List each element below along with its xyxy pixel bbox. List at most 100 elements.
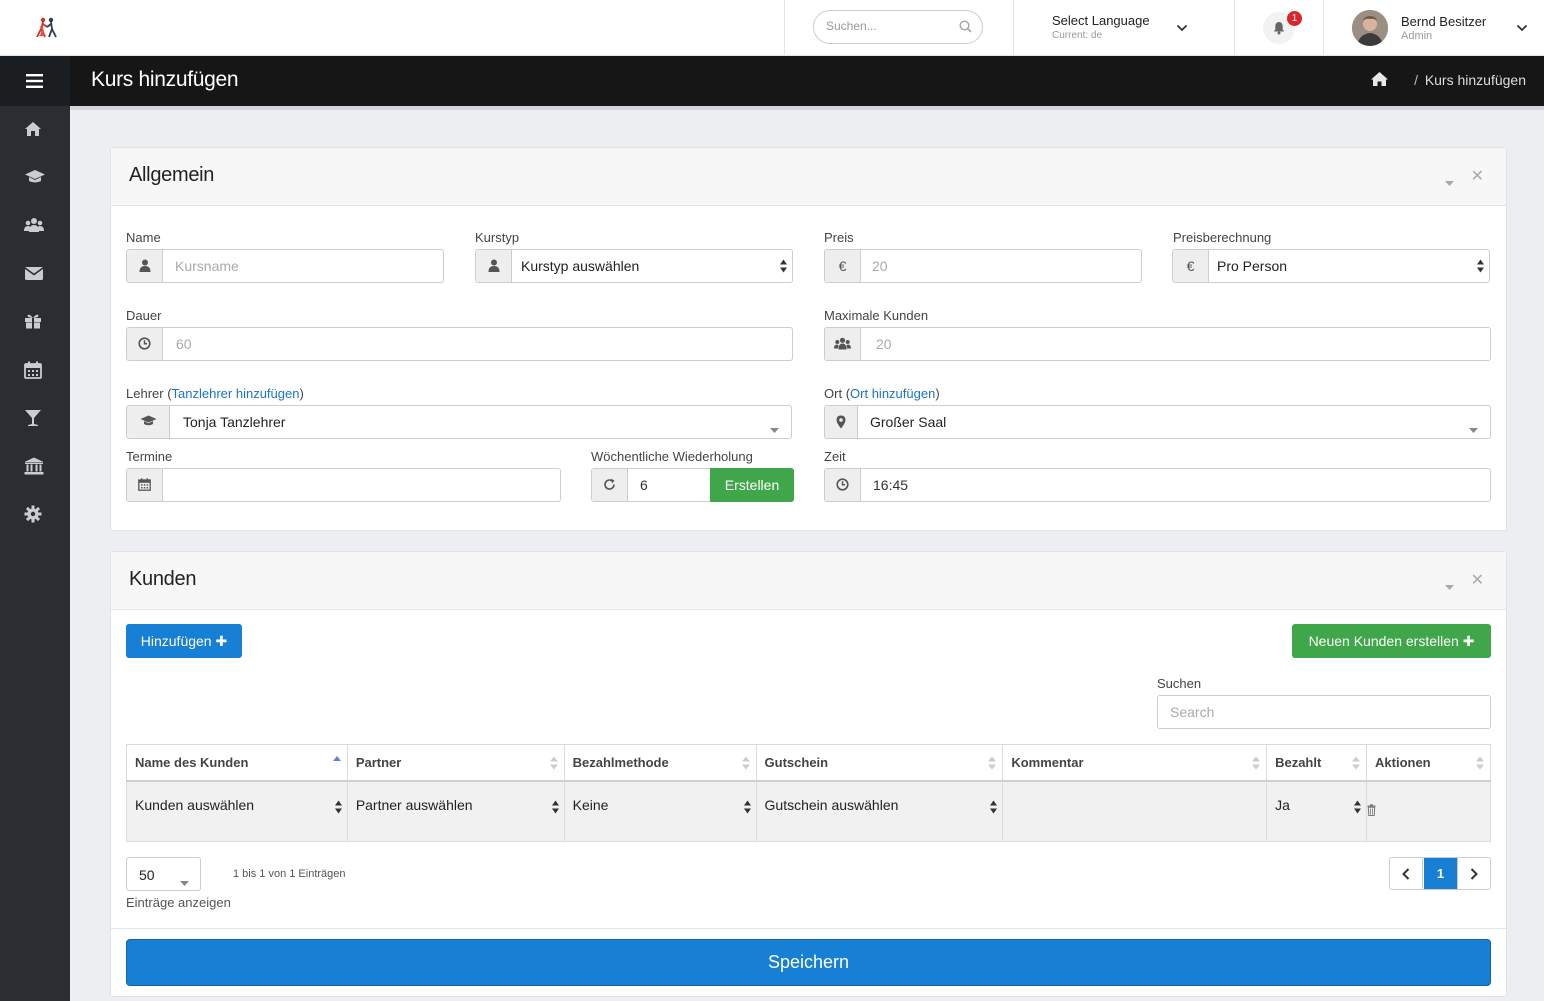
kurstyp-label: Kurstyp	[475, 230, 520, 245]
preis-input[interactable]	[872, 250, 1132, 282]
preisberechnung-value: Pro Person	[1217, 258, 1288, 274]
sidebar-item-calendar[interactable]	[0, 346, 70, 394]
column-label: Name des Kunden	[135, 754, 249, 770]
sort-icon	[741, 756, 750, 773]
column-header[interactable]: Aktionen	[1366, 744, 1491, 782]
lehrer-label: Lehrer (Tanzlehrer hinzufügen)	[126, 386, 304, 401]
next-page-button[interactable]	[1457, 858, 1490, 889]
column-header[interactable]: Gutschein	[755, 744, 1004, 782]
column-header[interactable]: Bezahlt	[1266, 744, 1368, 782]
name-label: Name	[126, 230, 161, 245]
ort-select[interactable]: Großer Saal	[824, 405, 1491, 439]
sidebar-item-bar[interactable]	[0, 394, 70, 442]
language-selector[interactable]: Select Language Current: de	[1052, 13, 1150, 41]
dance-logo-icon[interactable]	[34, 17, 60, 39]
zeit-input[interactable]	[873, 469, 1473, 501]
partner-select[interactable]: Partner auswählen	[346, 780, 565, 842]
termine-field[interactable]	[126, 468, 561, 502]
divider	[1323, 0, 1324, 56]
dauer-field[interactable]	[126, 327, 793, 361]
kurstyp-select[interactable]: Kurstyp auswählen	[475, 249, 793, 283]
voucher-select[interactable]: Gutschein auswählen	[755, 780, 1004, 842]
close-icon[interactable]: ✕	[1471, 573, 1484, 589]
column-header[interactable]: Partner	[346, 744, 565, 782]
chevron-down-icon[interactable]	[1516, 19, 1528, 35]
name-field[interactable]	[126, 249, 444, 283]
sidebar-item-courses[interactable]	[0, 154, 70, 202]
sidebar-item-messages[interactable]	[0, 250, 70, 298]
paid-select[interactable]: Ja	[1266, 780, 1368, 842]
user-menu[interactable]: Bernd Besitzer Admin	[1401, 14, 1486, 42]
dauer-input[interactable]	[176, 328, 776, 360]
close-icon[interactable]: ✕	[1471, 169, 1484, 185]
erstellen-button[interactable]: Erstellen	[710, 468, 794, 502]
page-1-button[interactable]: 1	[1424, 858, 1457, 889]
column-header[interactable]: Kommentar	[1002, 744, 1268, 782]
home-icon[interactable]	[1370, 71, 1389, 90]
max-kunden-input[interactable]	[876, 328, 1476, 360]
page-size-select[interactable]: 50	[126, 857, 201, 891]
cell-value: Gutschein auswählen	[764, 796, 899, 813]
save-button[interactable]: Speichern	[126, 939, 1491, 986]
language-title: Select Language	[1052, 13, 1150, 28]
prev-page-button[interactable]	[1390, 858, 1423, 889]
global-search[interactable]	[813, 10, 983, 44]
divider	[784, 0, 785, 56]
global-search-input[interactable]	[826, 19, 956, 33]
wiederholung-field[interactable]: Erstellen	[591, 468, 794, 502]
kunden-panel: Kunden ✕ Hinzufügen ✚ Neuen Kunden erste…	[110, 551, 1507, 997]
customer-select[interactable]: Kunden auswählen	[126, 780, 348, 842]
lehrer-select[interactable]: Tonja Tanzlehrer	[126, 405, 792, 439]
name-input[interactable]	[175, 250, 435, 282]
trash-icon[interactable]	[1367, 803, 1376, 819]
hamburger-icon	[26, 74, 43, 88]
lehrer-value: Tonja Tanzlehrer	[183, 414, 286, 430]
column-label: Aktionen	[1375, 754, 1431, 770]
preis-field[interactable]: €	[824, 249, 1142, 283]
select-arrows-icon	[551, 800, 559, 817]
notification-badge: 1	[1287, 11, 1302, 26]
divider	[1013, 0, 1014, 56]
user-name: Bernd Besitzer	[1401, 14, 1487, 29]
sidebar-item-vouchers[interactable]	[0, 298, 70, 346]
collapse-icon[interactable]	[1445, 173, 1454, 189]
ort-label-text: Ort	[824, 386, 843, 401]
cell-value: Partner auswählen	[355, 796, 473, 813]
preisberechnung-select[interactable]: € Pro Person	[1172, 249, 1490, 283]
sidebar-item-settings[interactable]	[0, 490, 70, 538]
cell-value: Kunden auswählen	[135, 796, 255, 813]
collapse-icon[interactable]	[1445, 577, 1454, 593]
comment-cell[interactable]	[1002, 780, 1268, 842]
column-header[interactable]: Name des Kunden	[126, 744, 348, 782]
search-icon[interactable]	[959, 20, 972, 36]
caret-down-icon	[1469, 420, 1478, 436]
pagination: 1	[1389, 857, 1491, 890]
wiederholung-input[interactable]	[640, 469, 700, 501]
panel-header: Allgemein ✕	[111, 148, 1506, 206]
menu-toggle-button[interactable]	[0, 56, 70, 106]
chevron-down-icon[interactable]	[1176, 19, 1188, 35]
table-search-input[interactable]	[1170, 696, 1480, 728]
caret-down-icon	[180, 873, 189, 889]
add-customer-button[interactable]: Hinzufügen ✚	[126, 624, 242, 658]
column-header[interactable]: Bezahlmethode	[563, 744, 757, 782]
column-label: Bezahlt	[1275, 754, 1322, 770]
sidebar-item-home[interactable]	[0, 106, 70, 154]
termine-input[interactable]	[173, 469, 553, 501]
ort-label: Ort (Ort hinzufügen)	[824, 386, 940, 401]
sidebar-item-finance[interactable]	[0, 442, 70, 490]
bank-icon	[24, 457, 44, 475]
table-header-row: Name des Kunden Partner Bezahlmethode Gu…	[126, 744, 1491, 782]
sidebar-item-customers[interactable]	[0, 202, 70, 250]
zeit-field[interactable]	[824, 468, 1491, 502]
table-search[interactable]	[1157, 695, 1491, 729]
add-location-link[interactable]: Ort hinzufügen	[850, 386, 935, 401]
user-icon	[127, 250, 163, 282]
table-search-label: Suchen	[1157, 676, 1202, 691]
avatar[interactable]	[1352, 10, 1388, 46]
actions-cell	[1366, 780, 1491, 842]
payment-method-select[interactable]: Keine	[563, 780, 757, 842]
max-kunden-field[interactable]	[824, 327, 1491, 361]
new-customer-button[interactable]: Neuen Kunden erstellen ✚	[1292, 624, 1491, 658]
add-teacher-link[interactable]: Tanzlehrer hinzufügen	[172, 386, 300, 401]
